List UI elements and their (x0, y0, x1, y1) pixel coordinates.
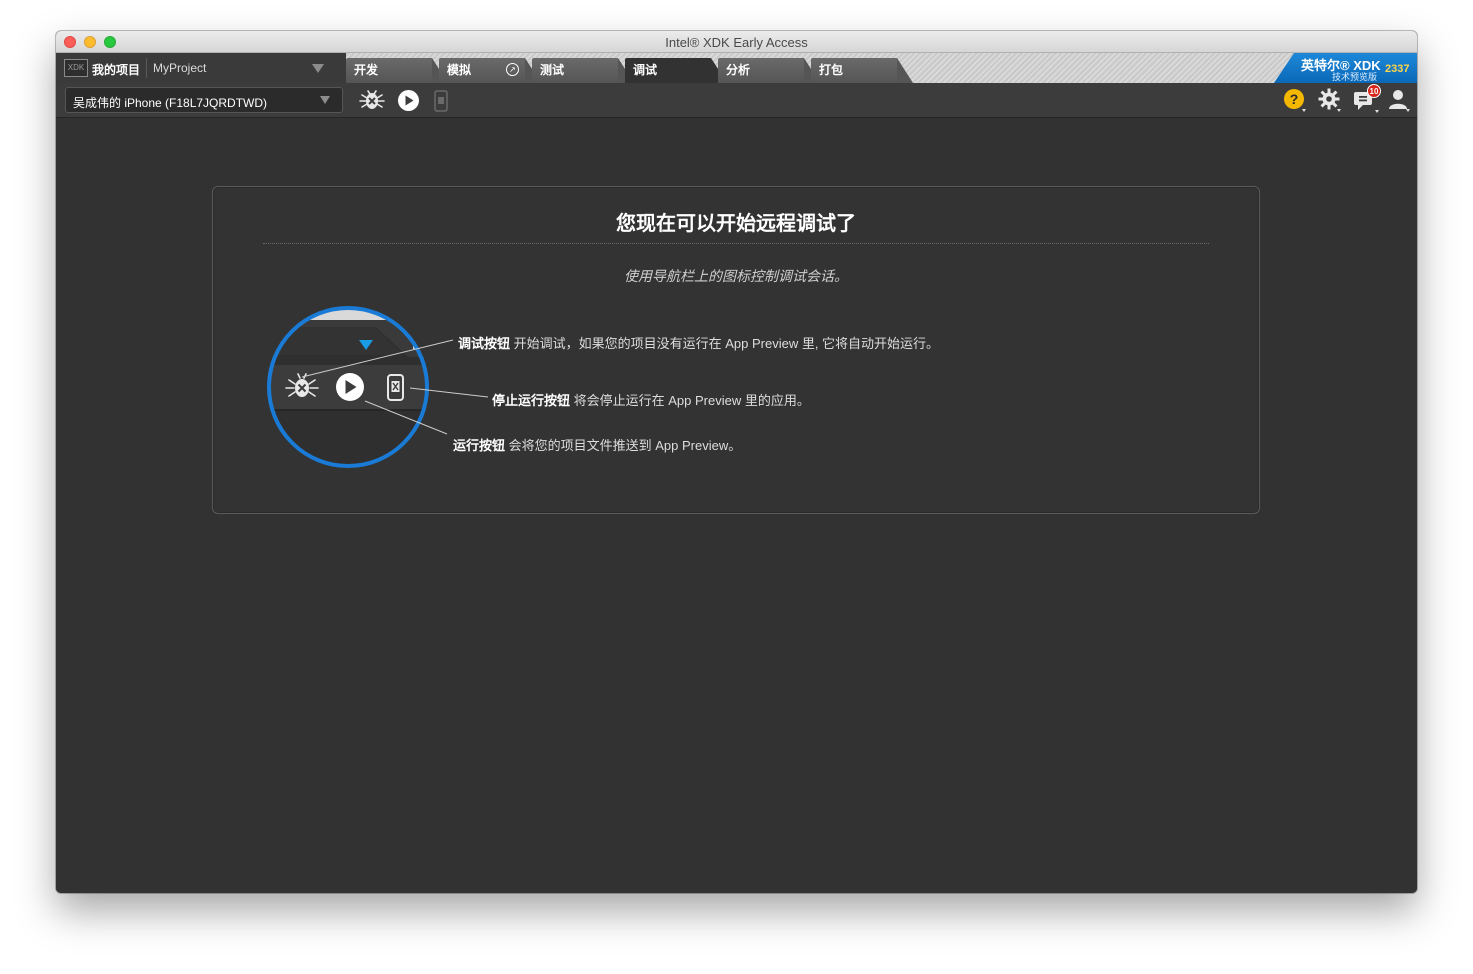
chevron-down-icon (320, 96, 330, 104)
tab-profile[interactable]: 分析 (718, 58, 820, 83)
brand-subtitle: 技术预览版 (1332, 72, 1378, 82)
stop-button-callout: 停止运行按钮 将会停止运行在 App Preview 里的应用。 (492, 390, 810, 409)
divider (146, 58, 147, 78)
help-icon[interactable]: ? (1283, 88, 1307, 112)
tab-build[interactable]: 打包 (811, 58, 913, 83)
build-number: 2337 (1385, 63, 1410, 75)
callout-title: 运行按钮 (453, 438, 506, 453)
svg-text:?: ? (1290, 91, 1299, 107)
bug-debug-icon[interactable] (356, 86, 388, 114)
xdk-logo: XDK (64, 59, 88, 77)
tab-label: 分析 (726, 63, 751, 77)
tab-debug[interactable]: 调试 (625, 58, 727, 83)
callout-title: 调试按钮 (458, 336, 511, 351)
notifications-icon[interactable]: 10 (1352, 84, 1382, 114)
callout-text: 会将您的项目文件推送到 App Preview。 (505, 438, 742, 453)
callout-text: 开始调试，如果您的项目没有运行在 App Preview 里, 它将自动开始运行… (510, 336, 940, 351)
callout-title: 停止运行按钮 (492, 393, 571, 408)
tab-label: 测试 (540, 63, 565, 77)
debug-button-callout: 调试按钮 开始调试，如果您的项目没有运行在 App Preview 里, 它将自… (458, 333, 939, 352)
gear-icon[interactable] (1318, 88, 1342, 112)
toolbar: 吴成伟的 iPhone (F18L7JQRDTWD) ? 10 (56, 83, 1417, 118)
tab-develop[interactable]: 开发 (346, 58, 448, 83)
external-link-icon[interactable]: ↗ (506, 63, 519, 76)
app-window: Intel® XDK Early Access XDK 我的项目 MyProje… (56, 31, 1417, 893)
notification-count: 10 (1370, 87, 1379, 96)
tab-test[interactable]: 测试 (532, 58, 634, 83)
device-select[interactable]: 吴成伟的 iPhone (F18L7JQRDTWD) (65, 87, 343, 113)
tab-bar: XDK 我的项目 MyProject 开发 模拟 ↗ 测试 调试 分析 打包 英… (56, 53, 1417, 83)
window-title: Intel® XDK Early Access (665, 35, 808, 50)
project-name: MyProject (153, 61, 207, 75)
project-selector-edge (326, 53, 346, 83)
tab-label: 开发 (354, 63, 379, 77)
callout-text: 将会停止运行在 App Preview 里的应用。 (570, 393, 810, 408)
run-button-callout: 运行按钮 会将您的项目文件推送到 App Preview。 (453, 435, 741, 454)
play-icon[interactable] (397, 89, 420, 112)
title-bar: Intel® XDK Early Access (56, 31, 1417, 53)
project-selector[interactable]: XDK 我的项目 MyProject (56, 53, 346, 83)
brand-badge: 英特尔® XDK 技术预览版 2337 (1274, 53, 1417, 83)
tab-label: 打包 (819, 63, 844, 77)
project-label: 我的项目 (92, 63, 141, 77)
remote-debug-info-panel: 您现在可以开始远程调试了 使用导航栏上的图标控制调试会话。 调试按钮 开始调试，… (212, 186, 1260, 514)
tab-label: 调试 (633, 63, 658, 77)
tab-emulate[interactable]: 模拟 ↗ (439, 58, 541, 83)
device-label: 吴成伟的 iPhone (F18L7JQRDTWD) (73, 96, 268, 110)
debug-content-area: 您现在可以开始远程调试了 使用导航栏上的图标控制调试会话。 调试按钮 开始调试，… (56, 118, 1417, 893)
stop-app-icon[interactable] (434, 90, 448, 112)
tab-label: 模拟 (447, 63, 472, 77)
user-icon[interactable] (1387, 88, 1411, 112)
chevron-down-icon[interactable] (312, 64, 324, 73)
